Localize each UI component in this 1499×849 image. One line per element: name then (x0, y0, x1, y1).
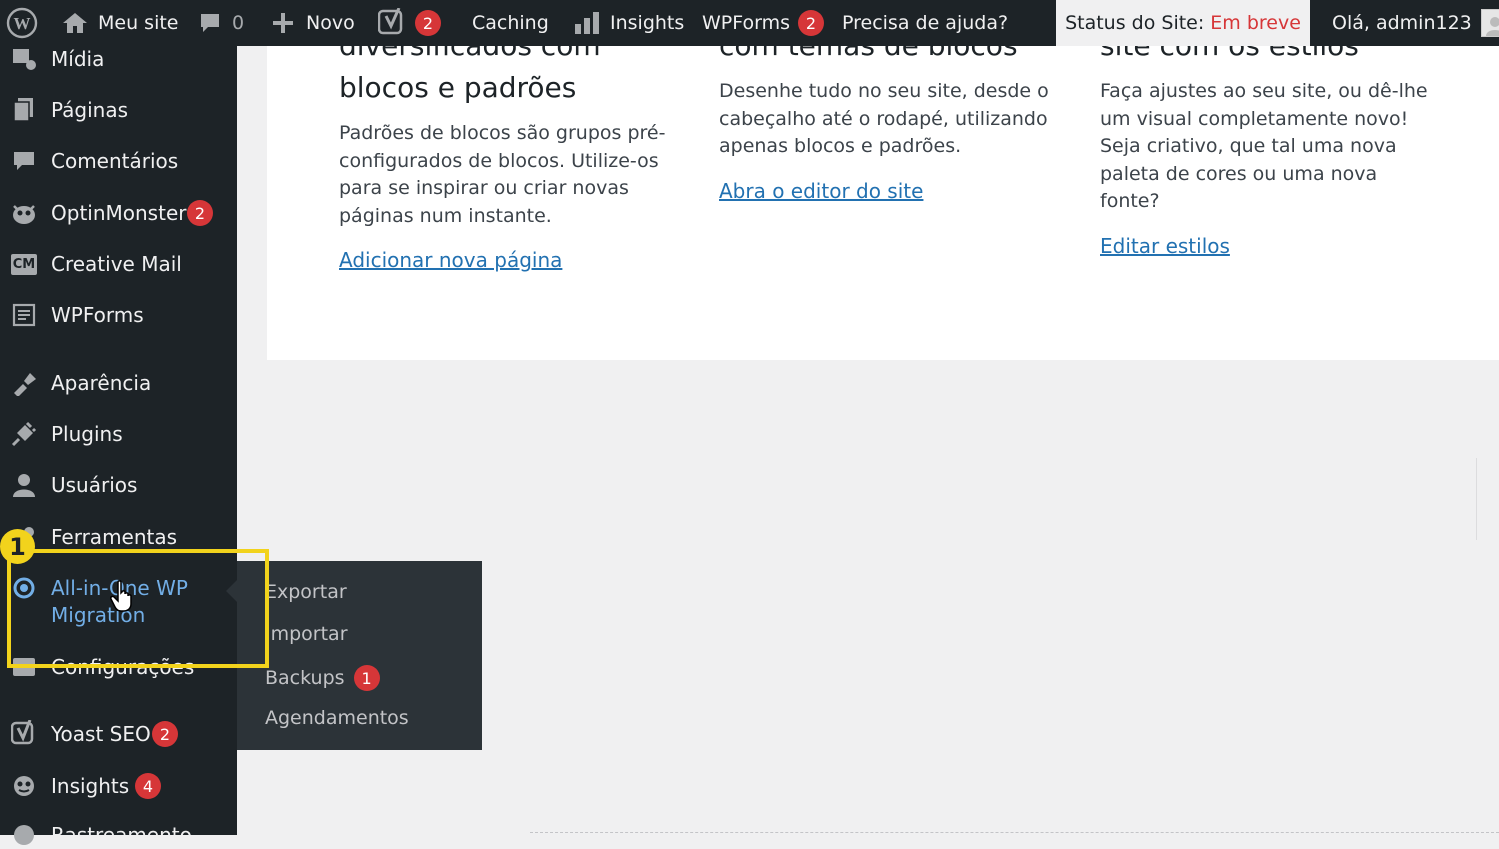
greeting: Olá, admin123 (1332, 12, 1472, 34)
edit-styles-link[interactable]: Editar estilos (1100, 234, 1230, 258)
sidebar-item-insights[interactable]: Insights 4 (0, 772, 237, 800)
optinmonster-badge: 2 (187, 200, 213, 226)
welcome-column-site-editor: com temas de blocos Desenhe tudo no seu … (719, 25, 1059, 203)
pages-icon (10, 96, 38, 124)
users-icon (10, 471, 38, 499)
caching-menu[interactable]: Caching (472, 0, 549, 46)
comment-icon (198, 11, 222, 35)
sidebar-item-label: Aparência (51, 371, 152, 395)
comments-icon (10, 147, 38, 175)
submenu-item-label: Importar (265, 623, 348, 645)
account-menu[interactable]: Olá, admin123 (1332, 0, 1499, 46)
sidebar-item-tools[interactable]: Ferramentas (0, 523, 237, 551)
admin-bar: W Meu site 0 Novo 2 Caching Insights WPF… (0, 0, 1499, 46)
yoast-icon (378, 8, 406, 38)
wpforms-label: WPForms (702, 12, 791, 34)
backups-badge: 1 (353, 665, 380, 691)
comments-menu[interactable]: 0 (198, 0, 244, 46)
site-status[interactable]: Status do Site: Em breve (1056, 0, 1310, 46)
plugins-icon (10, 420, 38, 448)
creative-mail-icon: CM (10, 250, 38, 278)
sidebar-item-tracking[interactable]: Rastreamento (0, 821, 237, 849)
tracking-icon (10, 821, 38, 849)
site-name-menu[interactable]: Meu site (62, 0, 178, 46)
submenu-item-label: Agendamentos (265, 707, 409, 729)
new-content-menu[interactable]: Novo (272, 0, 355, 46)
add-new-page-link[interactable]: Adicionar nova página (339, 248, 562, 272)
submenu-item-schedules[interactable]: Agendamentos (265, 707, 409, 729)
submenu-item-export[interactable]: Exportar (265, 581, 347, 603)
welcome-column-styles: site com os estilos Faça ajustes ao seu … (1100, 25, 1440, 258)
wpforms-menu[interactable]: WPForms 2 (702, 0, 825, 46)
step-highlight-box (7, 549, 269, 668)
svg-text:W: W (14, 14, 31, 33)
appearance-icon (10, 369, 38, 397)
wordpress-logo-icon[interactable]: W (6, 0, 38, 46)
sidebar-item-label: Insights (51, 774, 130, 798)
sidebar-item-label: Comentários (51, 149, 179, 173)
admin-sidebar: Mídia Páginas Comentários OptinMonster 2… (0, 45, 237, 847)
column-heading: blocos e padrões (339, 71, 577, 104)
insights-label: Insights (610, 12, 685, 34)
yoast-menu[interactable]: 2 (378, 0, 441, 46)
submenu-item-backups[interactable]: Backups 1 (265, 665, 380, 691)
sidebar-item-label: OptinMonster (51, 201, 187, 225)
sidebar-item-creative-mail[interactable]: CM Creative Mail (0, 250, 237, 278)
sidebar-item-appearance[interactable]: Aparência (0, 369, 237, 397)
submenu-item-import[interactable]: Importar (265, 623, 348, 645)
insights-menu[interactable]: Insights (574, 0, 684, 46)
sidebar-item-pages[interactable]: Páginas (0, 96, 237, 124)
column-text: Desenhe tudo no seu site, desde o cabeça… (719, 80, 1049, 157)
yoast-seo-badge: 2 (152, 721, 178, 747)
submenu-item-label: Backups (265, 667, 345, 689)
migration-submenu: Exportar Importar Backups 1 Agendamentos (237, 561, 482, 750)
insights-icon (10, 772, 38, 800)
optinmonster-icon (10, 199, 38, 227)
sidebar-item-label: Plugins (51, 422, 123, 446)
divider (530, 832, 1499, 833)
submenu-item-label: Exportar (265, 581, 347, 603)
new-label: Novo (306, 12, 355, 34)
plus-icon (272, 12, 294, 34)
wpforms-badge: 2 (798, 10, 825, 36)
hand-cursor-icon (110, 580, 136, 616)
avatar (1480, 9, 1499, 37)
home-icon (62, 11, 88, 35)
welcome-column-patterns: diversificados com blocos e padrões Padr… (339, 25, 679, 272)
yoast-badge: 2 (415, 10, 441, 36)
sidebar-item-label: Mídia (51, 47, 105, 71)
media-icon (10, 45, 38, 73)
sidebar-item-label: WPForms (51, 303, 144, 327)
sidebar-item-label: Yoast SEO (51, 722, 151, 746)
sidebar-item-label: Páginas (51, 98, 129, 122)
open-site-editor-link[interactable]: Abra o editor do site (719, 179, 923, 203)
yoast-icon (10, 720, 38, 748)
sidebar-item-label: Usuários (51, 473, 138, 497)
bar-chart-icon (574, 11, 600, 35)
status-value: Em breve (1210, 12, 1301, 34)
sidebar-item-label: Creative Mail (51, 252, 182, 276)
step-number-badge: 1 (0, 529, 35, 564)
sidebar-item-media[interactable]: Mídia (0, 45, 237, 73)
sidebar-item-optinmonster[interactable]: OptinMonster 2 (0, 199, 237, 227)
insights-badge: 4 (135, 773, 161, 799)
sidebar-item-users[interactable]: Usuários (0, 471, 237, 499)
comments-count: 0 (232, 12, 245, 34)
sidebar-item-plugins[interactable]: Plugins (0, 420, 237, 448)
sidebar-item-wpforms[interactable]: WPForms (0, 301, 237, 329)
wpforms-icon (10, 301, 38, 329)
help-label: Precisa de ajuda? (842, 12, 1009, 34)
sidebar-item-yoast-seo[interactable]: Yoast SEO 2 (0, 720, 237, 748)
scrollbar[interactable] (1476, 458, 1487, 540)
caching-label: Caching (472, 12, 549, 34)
column-text: Faça ajustes ao seu site, ou dê-lhe um v… (1100, 80, 1428, 212)
status-label: Status do Site: (1065, 12, 1205, 34)
help-menu[interactable]: Precisa de ajuda? (842, 0, 1008, 46)
site-name: Meu site (98, 12, 179, 34)
sidebar-item-comments[interactable]: Comentários (0, 147, 237, 175)
column-text: Padrões de blocos são grupos pré-configu… (339, 122, 666, 227)
sidebar-item-label: Ferramentas (51, 525, 178, 549)
welcome-panel: diversificados com blocos e padrões Padr… (267, 29, 1499, 360)
sidebar-item-label: Rastreamento (51, 823, 192, 847)
